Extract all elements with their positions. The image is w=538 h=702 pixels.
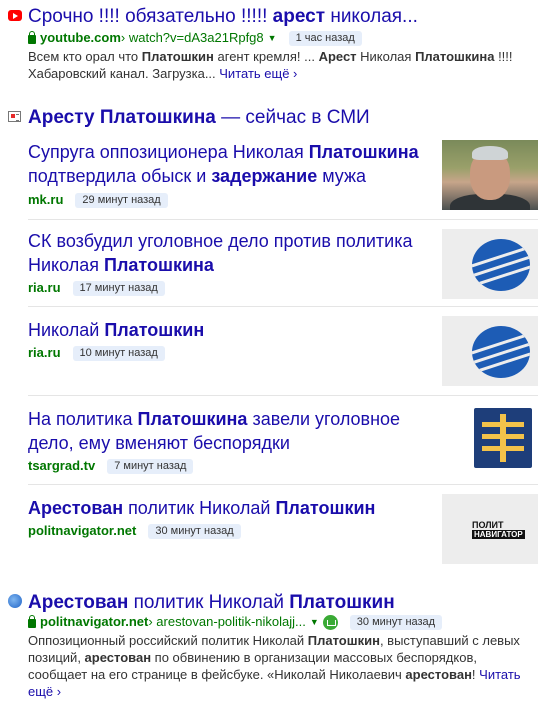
result-domain-link[interactable]: politnavigator.net <box>40 614 148 630</box>
divider <box>28 306 538 307</box>
title-text-end: николая... <box>325 6 418 27</box>
news-title-link[interactable]: СК возбудил уголовное дело против полити… <box>28 229 428 277</box>
youtube-icon <box>8 10 22 21</box>
lock-icon <box>28 30 36 44</box>
ria-logo-icon <box>472 239 530 291</box>
news-thumbnail[interactable]: ПОЛИТ НАВИГАТОР <box>442 494 538 564</box>
news-source-link[interactable]: politnavigator.net <box>28 523 136 539</box>
news-item: Супруга оппозиционера Николая Платошкина… <box>28 140 538 210</box>
news-item: СК возбудил уголовное дело против полити… <box>28 229 538 299</box>
time-badge: 1 час назад <box>288 30 362 46</box>
dropdown-triangle-icon[interactable]: ▼ <box>268 30 277 46</box>
news-thumbnail[interactable] <box>442 140 538 210</box>
news-title-link[interactable]: Арестован политик Николай Платошкин <box>28 496 428 520</box>
time-badge: 10 минут назад <box>72 345 165 361</box>
result-path[interactable]: › arestovan-politik-nikolajj... <box>148 614 306 630</box>
result-url-line: youtube.com › watch?v=dA3a21Rpfg8 ▼ 1 ча… <box>28 30 362 46</box>
news-thumbnail[interactable] <box>442 404 538 474</box>
news-block-header: Аресту Платошкина — сейчас в СМИ <box>8 107 538 129</box>
news-title-link[interactable]: Николай Платошкин <box>28 318 428 342</box>
result-snippet: Оппозиционный российский политик Николай… <box>28 633 521 699</box>
result-domain-link[interactable]: youtube.com <box>40 30 121 46</box>
crown-badge-icon <box>322 614 338 630</box>
time-badge: 7 минут назад <box>107 458 194 474</box>
news-icon <box>8 111 21 122</box>
news-title-link[interactable]: Супруга оппозиционера Николая Платошкина… <box>28 140 428 188</box>
time-badge: 30 минут назад <box>349 614 443 630</box>
result-snippet: Всем кто орал что Платошкин агент кремля… <box>28 49 513 81</box>
read-more-link[interactable]: Читать ещё › <box>219 66 297 81</box>
title-text: Срочно !!!! обязательно !!!!! <box>28 6 273 27</box>
tsargrad-logo-icon <box>474 408 532 468</box>
result-path[interactable]: › watch?v=dA3a21Rpfg8 <box>121 30 264 46</box>
news-source-link[interactable]: ria.ru <box>28 345 61 361</box>
news-item: Николай Платошкин ria.ru 10 минут назад <box>28 316 538 388</box>
globe-icon <box>8 594 22 608</box>
news-source-link[interactable]: tsargrad.tv <box>28 458 95 474</box>
dropdown-triangle-icon[interactable]: ▼ <box>310 614 319 630</box>
time-badge: 17 минут назад <box>72 280 165 296</box>
politnavigator-logo-icon: ПОЛИТ НАВИГАТОР <box>472 520 525 539</box>
title-bold-text: арест <box>272 6 326 27</box>
news-thumbnail[interactable] <box>442 229 538 299</box>
news-source-link[interactable]: ria.ru <box>28 280 61 296</box>
portrait-hair <box>472 146 508 160</box>
ria-logo-icon <box>472 326 530 378</box>
divider <box>28 219 538 220</box>
time-badge: 29 минут назад <box>75 192 168 208</box>
news-item: Арестован политик Николай Платошкин poli… <box>28 494 538 566</box>
news-meta: politnavigator.net 30 минут назад <box>28 523 241 539</box>
news-thumbnail[interactable] <box>442 316 538 386</box>
result-url-line: politnavigator.net › arestovan-politik-n… <box>28 614 443 630</box>
divider <box>28 395 538 396</box>
news-meta: ria.ru 17 минут назад <box>28 280 165 296</box>
news-source-link[interactable]: mk.ru <box>28 192 63 208</box>
news-block-title-link[interactable]: Аресту Платошкина — сейчас в СМИ <box>28 107 370 129</box>
news-title-link[interactable]: На политика Платошкина завели уголовное … <box>28 407 418 455</box>
divider <box>28 484 538 485</box>
news-meta: tsargrad.tv 7 минут назад <box>28 458 194 474</box>
result-title-link[interactable]: Арестован политик Николай Платошкин <box>28 592 395 614</box>
news-meta: mk.ru 29 минут назад <box>28 192 168 208</box>
time-badge: 30 минут назад <box>148 523 241 539</box>
news-item: На политика Платошкина завели уголовное … <box>28 404 538 477</box>
result-title-link[interactable]: Срочно !!!! обязательно !!!!! арест нико… <box>28 6 418 28</box>
news-meta: ria.ru 10 минут назад <box>28 345 165 361</box>
lock-icon <box>28 614 36 628</box>
